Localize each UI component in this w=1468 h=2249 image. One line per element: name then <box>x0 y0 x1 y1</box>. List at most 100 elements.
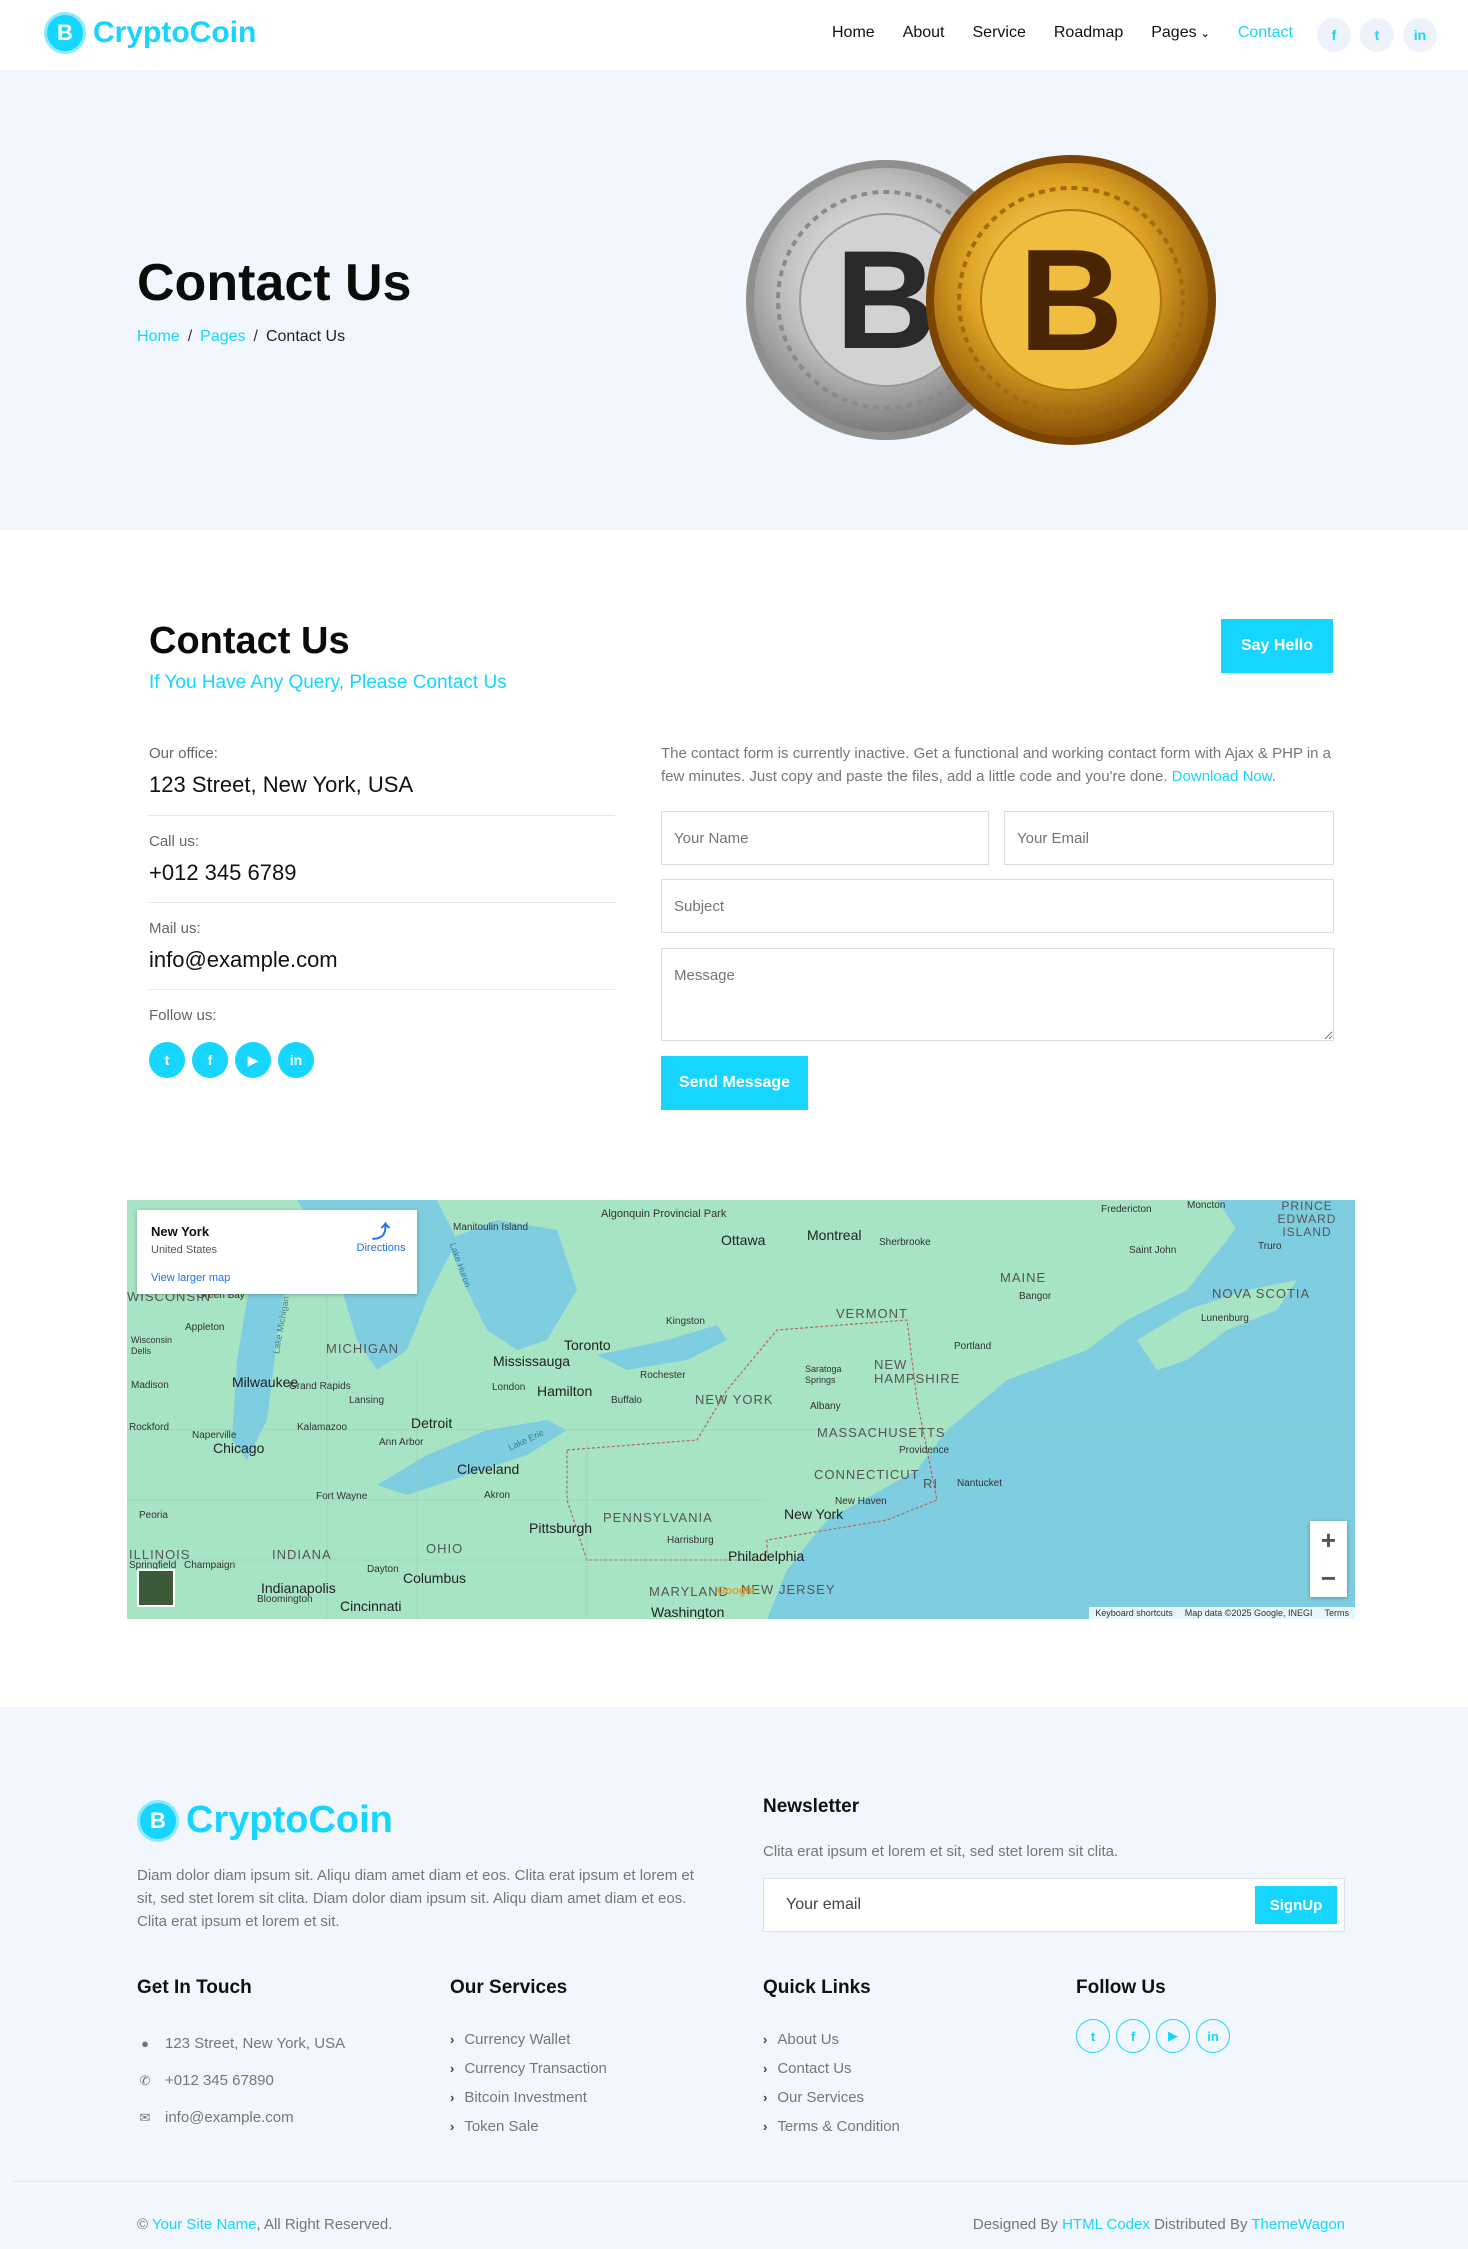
footer-phone-text: +012 345 67890 <box>165 2072 274 2089</box>
twitter-icon[interactable]: t <box>1360 18 1394 52</box>
footer-link[interactable]: › Currency Wallet <box>450 2025 607 2054</box>
phone-icon: ✆ <box>139 2072 151 2088</box>
nav-item-about[interactable]: About <box>903 24 945 42</box>
map-label: Hamilton <box>537 1383 593 1399</box>
nav-social-links: f t in <box>1317 18 1437 52</box>
view-larger-map-link[interactable]: View larger map <box>151 1272 230 1284</box>
map-label: VERMONT <box>836 1306 908 1321</box>
zoom-in-button[interactable]: + <box>1310 1521 1347 1559</box>
nav-item-home[interactable]: Home <box>832 24 875 42</box>
site-name-link[interactable]: Your Site Name <box>152 2216 257 2233</box>
map-label: CONNECTICUT <box>814 1467 920 1482</box>
newsletter-email-input[interactable]: Your email <box>786 1879 861 1931</box>
map-label: Ottawa <box>721 1232 766 1248</box>
map-label: Nantucket <box>957 1478 1003 1489</box>
message-textarea[interactable] <box>661 948 1334 1041</box>
directions-button[interactable]: ⤴ Directions <box>353 1222 409 1254</box>
footer-link[interactable]: › Terms & Condition <box>763 2112 900 2141</box>
bitcoin-logo-icon: B <box>44 12 86 54</box>
map-label: Sherbrooke <box>879 1237 931 1248</box>
google-map[interactable]: Algonquin Provincial Park Ottawa Montrea… <box>127 1200 1355 1619</box>
brand-logo[interactable]: B CryptoCoin <box>44 12 256 54</box>
map-label: Madison <box>131 1380 169 1391</box>
footer-address-text: 123 Street, New York, USA <box>165 2035 346 2052</box>
footer-email-text: info@example.com <box>165 2109 294 2126</box>
footer-link-label: Contact Us <box>777 2060 852 2077</box>
hero-section: Contact Us Home / Pages / Contact Us B B <box>0 70 1468 530</box>
footer-brand[interactable]: B CryptoCoin <box>137 1799 393 1842</box>
footer-link-label: Bitcoin Investment <box>464 2089 587 2106</box>
breadcrumb-current: Contact Us <box>265 328 346 345</box>
facebook-icon[interactable]: f <box>1317 18 1351 52</box>
footer-link[interactable]: › About Us <box>763 2025 900 2054</box>
footer-link-label: Currency Transaction <box>464 2060 607 2077</box>
map-attribution: Keyboard shortcuts Map data ©2025 Google… <box>1089 1607 1355 1619</box>
terms-link[interactable]: Terms <box>1325 1608 1350 1618</box>
nav-item-service[interactable]: Service <box>973 24 1026 42</box>
twitter-icon[interactable]: t <box>1076 2019 1110 2053</box>
contact-subtitle: If You Have Any Query, Please Contact Us <box>149 672 507 693</box>
linkedin-icon[interactable]: in <box>278 1042 314 1078</box>
subject-input[interactable] <box>661 879 1334 933</box>
follow-label: Follow us: <box>149 1007 217 1024</box>
footer-brand-name: CryptoCoin <box>186 1799 393 1841</box>
breadcrumb: Home / Pages / Contact Us <box>137 328 345 346</box>
youtube-icon[interactable]: ▶ <box>235 1042 271 1078</box>
newsletter-description: Clita erat ipsum et lorem et sit, sed st… <box>763 1843 1119 1860</box>
map-label: Portland <box>954 1341 992 1352</box>
footer-link[interactable]: › Currency Transaction <box>450 2054 607 2083</box>
page-title: Contact Us <box>137 254 412 312</box>
map-label: MAINE <box>1000 1270 1047 1285</box>
map-label: Rockford <box>129 1422 170 1433</box>
footer-follow-us: Follow Us t f ▶ in <box>1076 1977 1230 2053</box>
map-label: MICHIGAN <box>326 1341 399 1356</box>
map-label: RI <box>923 1476 938 1491</box>
office-value: 123 Street, New York, USA <box>149 772 414 797</box>
breadcrumb-home[interactable]: Home <box>137 328 180 345</box>
footer-link[interactable]: › Bitcoin Investment <box>450 2083 607 2112</box>
brand-name: CryptoCoin <box>93 16 257 49</box>
map-label: PENNSYLVANIA <box>603 1510 713 1525</box>
send-message-button[interactable]: Send Message <box>661 1056 808 1110</box>
footer-link[interactable]: › Our Services <box>763 2083 900 2112</box>
satellite-toggle[interactable] <box>137 1569 175 1607</box>
nav-item-roadmap[interactable]: Roadmap <box>1054 24 1123 42</box>
map-info-card: New York United States View larger map ⤴… <box>137 1210 417 1294</box>
zoom-out-button[interactable]: − <box>1310 1559 1347 1597</box>
office-info: Our office: 123 Street, New York, USA <box>149 745 615 798</box>
html-codex-link[interactable]: HTML Codex <box>1062 2216 1150 2233</box>
say-hello-button[interactable]: Say Hello <box>1221 619 1333 673</box>
divider <box>149 989 615 990</box>
youtube-icon[interactable]: ▶ <box>1156 2019 1190 2053</box>
zoom-controls: + − <box>1310 1521 1347 1597</box>
signup-button[interactable]: SignUp <box>1255 1886 1337 1924</box>
footer-link[interactable]: › Contact Us <box>763 2054 900 2083</box>
name-input[interactable] <box>661 811 989 865</box>
footer-our-services: Our Services › Currency Wallet › Currency … <box>450 1977 607 2141</box>
newsletter-form: Your email SignUp <box>763 1878 1345 1932</box>
footer-description: Diam dolor diam ipsum sit. Aliqu diam am… <box>137 1867 694 1930</box>
email-input[interactable] <box>1004 811 1334 865</box>
twitter-icon[interactable]: t <box>149 1042 185 1078</box>
themewagon-link[interactable]: ThemeWagon <box>1251 2216 1345 2233</box>
map-label: PRINCE EDWARD ISLAND <box>1277 1200 1337 1239</box>
bitcoin-logo-icon: B <box>137 1799 179 1842</box>
map-label: Bangor <box>1019 1291 1052 1302</box>
download-now-link[interactable]: Download Now <box>1172 768 1272 785</box>
linkedin-icon[interactable]: in <box>1403 18 1437 52</box>
breadcrumb-pages[interactable]: Pages <box>200 328 245 345</box>
map-label: Moncton <box>1187 1200 1226 1211</box>
nav-item-pages[interactable]: Pages ⌄ <box>1151 24 1210 42</box>
footer-quick-links: Quick Links › About Us › Contact Us › Our S… <box>763 1977 900 2141</box>
keyboard-shortcuts-link[interactable]: Keyboard shortcuts <box>1095 1608 1173 1618</box>
footer-divider <box>12 2181 1468 2182</box>
nav-item-contact[interactable]: Contact <box>1238 24 1293 42</box>
facebook-icon[interactable]: f <box>1116 2019 1150 2053</box>
linkedin-icon[interactable]: in <box>1196 2019 1230 2053</box>
footer-col-title: Quick Links <box>763 1977 871 1998</box>
footer-link[interactable]: › Token Sale <box>450 2112 607 2141</box>
map-label: Pittsburgh <box>529 1520 593 1536</box>
map-label: Peoria <box>139 1510 168 1521</box>
facebook-icon[interactable]: f <box>192 1042 228 1078</box>
divider <box>149 902 615 903</box>
